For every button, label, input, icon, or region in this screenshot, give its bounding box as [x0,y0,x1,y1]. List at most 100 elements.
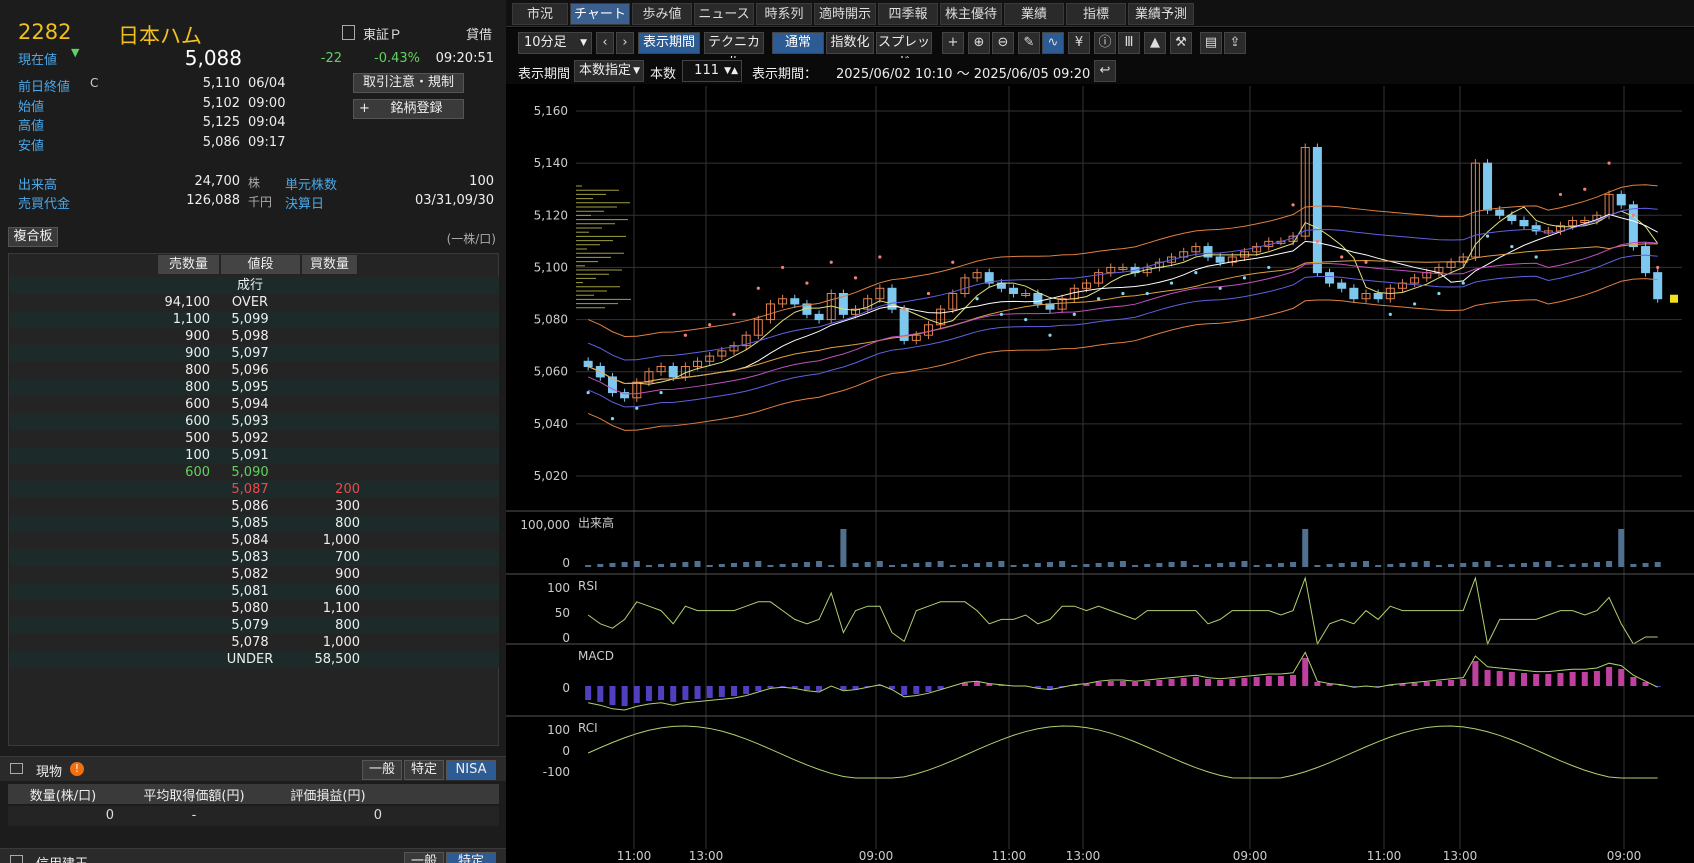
board-buy-qty: 1,100 [322,601,360,616]
board-row[interactable]: 5,081 600 [10,583,499,600]
board-price: 5,078 [231,635,269,650]
board-row[interactable]: 900 5,098 [10,328,499,345]
print-icon[interactable]: ▤ [1200,32,1222,54]
normal-button[interactable]: 通常 [772,32,824,54]
warning-icon[interactable]: ! [70,762,84,776]
sar-dot [659,390,663,395]
macd-histogram-bar [974,682,981,686]
volume-bar [1606,561,1613,567]
period-button[interactable]: 表示期間 [638,32,700,54]
zoom-in-icon[interactable]: ⊕ [968,32,990,54]
board-row[interactable]: 5,079 800 [10,617,499,634]
board-row[interactable]: 5,082 900 [10,566,499,583]
quote-row-label: 安値 [18,138,45,154]
reset-icon[interactable]: ↩ [1094,60,1116,82]
price-change-pct: -0.43% [374,51,420,66]
board-row[interactable]: 5,086 300 [10,498,499,515]
tab-9[interactable]: 指標 [1066,3,1126,25]
holdings-tab-general[interactable]: 一般 [362,760,402,780]
volume-bar [682,562,689,567]
board-row[interactable]: 5,085 800 [10,515,499,532]
volume-bar [731,563,737,567]
board-row[interactable]: 5,087 200 [10,481,499,498]
tab-7[interactable]: 株主優待 [940,3,1002,25]
board-price: 5,090 [231,465,269,480]
period-mode-select[interactable]: 本数指定 ▼ [574,60,644,82]
board-row[interactable]: 800 5,095 [10,379,499,396]
board-sell-qty: 500 [185,431,210,446]
tab-4[interactable]: 時系列 [756,3,812,25]
tab-8[interactable]: 業績 [1004,3,1064,25]
board-row[interactable]: 600 5,090 [10,464,499,481]
volume-bar [1265,564,1272,567]
register-stock-label: 銘柄登録 [390,101,443,116]
tab-3[interactable]: ニュース [694,3,754,25]
board-row[interactable]: 5,083 700 [10,549,499,566]
holdings-tab-nisa[interactable]: NISA [446,760,496,780]
volume-bar [1630,564,1637,567]
tab-2[interactable]: 歩み値 [632,3,692,25]
technical-button[interactable]: テクニカル [704,32,764,70]
board-row[interactable]: 100 5,091 [10,447,499,464]
candle-body [1641,246,1651,274]
area-chart-icon[interactable]: ▲ [1144,32,1166,54]
board-title-tab[interactable]: 複合板 [8,227,58,247]
volume-bar [1010,565,1017,567]
sar-dot [1242,276,1247,280]
macd-histogram-bar [1618,669,1625,686]
prev-icon[interactable]: ‹ [596,32,614,54]
margin-tab-general[interactable]: 一般 [404,852,444,863]
board-row[interactable]: 5,084 1,000 [10,532,499,549]
spread-button[interactable]: スプレッド [876,32,932,70]
my-icon[interactable]: Ⅲ [1118,32,1140,54]
count-input[interactable]: 111 ▼▲ [682,60,742,82]
macd-histogram-bar [1290,675,1297,686]
export-icon[interactable]: ⇪ [1224,32,1246,54]
document-icon[interactable] [342,25,355,40]
sar-dot [951,260,955,264]
zoom-out-icon[interactable]: ⊖ [992,32,1014,54]
yen-icon[interactable]: ¥ [1068,32,1090,54]
tab-10[interactable]: 業績予測 [1128,3,1194,25]
sar-dot [878,255,882,259]
trend-icon[interactable]: ∿ [1042,32,1064,54]
crosshair-icon[interactable]: + [942,32,964,54]
tab-6[interactable]: 四季報 [878,3,938,25]
macd-histogram-bar [1581,672,1588,686]
board-row[interactable]: 5,080 1,100 [10,600,499,617]
index-button[interactable]: 指数化 [826,32,874,54]
board-row[interactable]: 500 5,092 [10,430,499,447]
tab-1[interactable]: チャート [570,3,630,25]
tab-0[interactable]: 市況 [512,3,568,25]
board-row[interactable]: 600 5,093 [10,413,499,430]
indicator-line [587,725,1658,779]
panel-label: RSI [578,579,598,593]
board-row[interactable]: 94,100 OVER [10,294,499,311]
pencil-icon[interactable]: ✎ [1018,32,1040,54]
wrench-icon[interactable]: ⚒ [1170,32,1192,54]
holdings-avg: - [191,808,197,823]
board-row[interactable]: 成行 [10,277,499,294]
holdings-tab-specific[interactable]: 特定 [404,760,444,780]
board-row[interactable]: 900 5,097 [10,345,499,362]
margin-tab-specific[interactable]: 特定 [446,852,496,863]
board-row[interactable]: 600 5,094 [10,396,499,413]
board-row[interactable]: 1,100 5,099 [10,311,499,328]
tab-5[interactable]: 適時開示 [814,3,876,25]
board-sell-qty: 100 [185,448,210,463]
next-icon[interactable]: › [616,32,634,54]
trade-caution-button[interactable]: 取引注意・規制 [353,73,464,93]
register-stock-button[interactable]: + 銘柄登録 [353,99,464,119]
volume-bar [1047,562,1053,567]
price-chart[interactable]: 5,160 5,140 5,120 5,100 5,080 5,060 5,040 5,020… [506,86,1694,863]
board-row[interactable]: 5,078 1,000 [10,634,499,651]
info-icon[interactable]: ⓘ [1094,32,1116,54]
window-icon[interactable] [10,763,23,774]
board-row[interactable]: UNDER 58,500 [10,651,499,668]
holdings-col-qty: 数量(株/口) [29,789,97,804]
interval-select[interactable]: 10分足 ▼ [518,32,592,54]
indicator-line [587,576,1658,646]
window-icon[interactable] [10,855,23,863]
board-row[interactable]: 800 5,096 [10,362,499,379]
candle-body [1373,293,1383,300]
